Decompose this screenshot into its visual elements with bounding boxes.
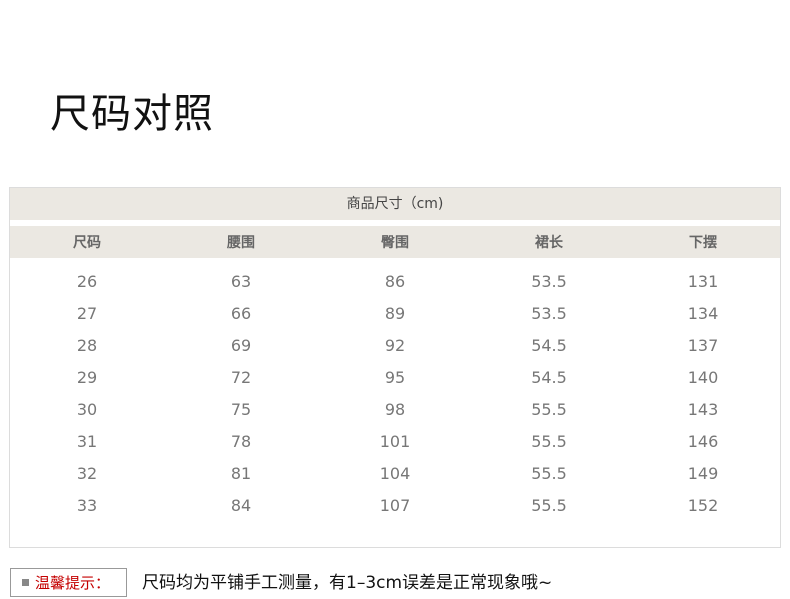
- cell-skirt-length: 53.5: [531, 303, 567, 323]
- table-row: 29 72 95 54.5 140: [10, 361, 780, 393]
- table-row: 27 66 89 53.5 134: [10, 297, 780, 329]
- cell-skirt-length: 54.5: [531, 367, 567, 387]
- cell-hem: 146: [687, 431, 719, 451]
- cell-hem: 140: [687, 367, 719, 387]
- header-hip: 臀围: [381, 235, 409, 251]
- cell-hip: 92: [384, 335, 406, 355]
- cell-skirt-length: 55.5: [531, 463, 567, 483]
- cell-hip: 89: [384, 303, 406, 323]
- cell-waist: 66: [230, 303, 252, 323]
- cell-hip: 107: [379, 495, 411, 515]
- cell-hip: 86: [384, 271, 406, 291]
- cell-waist: 63: [230, 271, 252, 291]
- cell-waist: 75: [230, 399, 252, 419]
- cell-waist: 78: [230, 431, 252, 451]
- cell-size: 29: [76, 367, 98, 387]
- cell-waist: 72: [230, 367, 252, 387]
- table-row: 33 84 107 55.5 152: [10, 489, 780, 521]
- table-row: 30 75 98 55.5 143: [10, 393, 780, 425]
- header-size: 尺码: [73, 235, 101, 251]
- cell-size: 28: [76, 335, 98, 355]
- square-bullet-icon: [22, 579, 29, 586]
- header-waist: 腰围: [227, 235, 255, 251]
- table-row: 28 69 92 54.5 137: [10, 329, 780, 361]
- cell-hem: 134: [687, 303, 719, 323]
- table-caption: 商品尺寸（cm): [10, 188, 780, 220]
- cell-hip: 101: [379, 431, 411, 451]
- cell-hip: 95: [384, 367, 406, 387]
- cell-hem: 152: [687, 495, 719, 515]
- cell-hip: 104: [379, 463, 411, 483]
- header-skirt-length: 裙长: [535, 235, 563, 251]
- cell-skirt-length: 53.5: [531, 271, 567, 291]
- header-hem: 下摆: [689, 235, 717, 251]
- table-row: 32 81 104 55.5 149: [10, 457, 780, 489]
- cell-hip: 98: [384, 399, 406, 419]
- cell-size: 33: [76, 495, 98, 515]
- cell-skirt-length: 55.5: [531, 495, 567, 515]
- cell-size: 26: [76, 271, 98, 291]
- table-row: 31 78 101 55.5 146: [10, 425, 780, 457]
- size-table: 商品尺寸（cm) 尺码 腰围 臀围 裙长 下摆 26 63 86 53.5 131 27 6…: [9, 187, 781, 548]
- cell-waist: 81: [230, 463, 252, 483]
- cell-skirt-length: 55.5: [531, 431, 567, 451]
- cell-hem: 149: [687, 463, 719, 483]
- cell-skirt-length: 54.5: [531, 335, 567, 355]
- page-title: 尺码对照: [50, 91, 214, 137]
- cell-hem: 137: [687, 335, 719, 355]
- tip-label: 温馨提示：: [35, 574, 111, 592]
- tip-text: 尺码均为平铺手工测量，有1–3cm误差是正常现象哦~: [142, 573, 553, 593]
- cell-skirt-length: 55.5: [531, 399, 567, 419]
- table-row: 26 63 86 53.5 131: [10, 265, 780, 297]
- cell-size: 30: [76, 399, 98, 419]
- cell-size: 31: [76, 431, 98, 451]
- cell-waist: 84: [230, 495, 252, 515]
- cell-size: 27: [76, 303, 98, 323]
- cell-hem: 143: [687, 399, 719, 419]
- cell-hem: 131: [687, 271, 719, 291]
- cell-waist: 69: [230, 335, 252, 355]
- tip-badge: 温馨提示：: [10, 568, 127, 597]
- cell-size: 32: [76, 463, 98, 483]
- table-body: 26 63 86 53.5 131 27 66 89 53.5 134 28 69 92 54.5 137 2…: [10, 265, 780, 521]
- table-header-row: 尺码 腰围 臀围 裙长 下摆: [10, 226, 780, 258]
